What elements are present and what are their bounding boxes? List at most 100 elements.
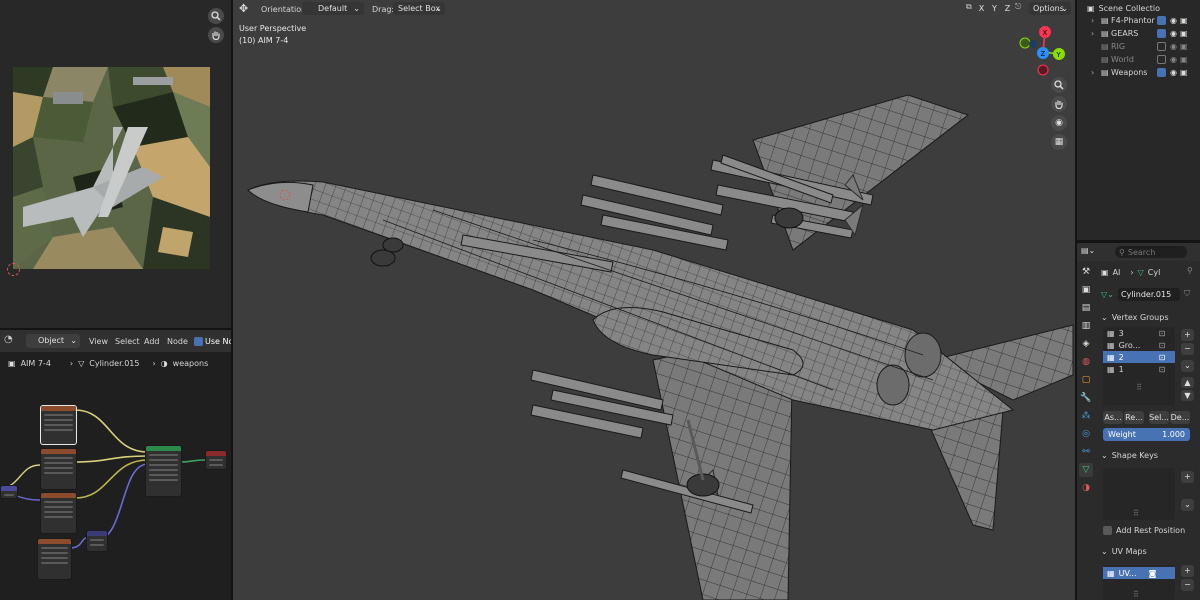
editor-type-icon[interactable]: ◔: [4, 334, 20, 348]
exclude-checkbox[interactable]: [1157, 55, 1166, 64]
add-shape-key-button[interactable]: +: [1181, 471, 1194, 483]
scene-tab-icon[interactable]: ◈: [1079, 337, 1093, 351]
outliner-item[interactable]: › ▤ GEARS ◉ ▣: [1077, 27, 1200, 40]
principled-bsdf-node[interactable]: [145, 445, 182, 497]
list-resize-handle[interactable]: ⠿: [1103, 383, 1175, 392]
camera-icon[interactable]: ▣: [1180, 55, 1188, 64]
camera-icon[interactable]: ◙: [1149, 569, 1157, 578]
object-mode-dropdown[interactable]: Object ⌄: [26, 334, 80, 348]
scene-collection-row[interactable]: ▣ Scene Collectio: [1087, 2, 1160, 14]
add-vertex-group-button[interactable]: +: [1181, 329, 1194, 341]
hand-icon[interactable]: [208, 27, 224, 43]
exclude-checkbox[interactable]: [1157, 42, 1166, 51]
vertex-group-item[interactable]: ▦ 1 ⊡: [1103, 363, 1175, 375]
chevron-right-icon[interactable]: ›: [1091, 68, 1101, 77]
image-texture-node[interactable]: [40, 405, 77, 445]
view-layer-tab-icon[interactable]: ▥: [1079, 319, 1093, 333]
outliner-panel: ▣ Scene Collectio › ▤ F4-Phantor ◉ ▣ › ▤…: [1077, 0, 1200, 240]
camera-icon[interactable]: ▣: [1180, 29, 1188, 38]
remove-button[interactable]: Re...: [1124, 411, 1144, 424]
image-texture-node[interactable]: [40, 492, 77, 534]
exclude-checkbox[interactable]: [1157, 16, 1166, 25]
lock-icon[interactable]: ⊡: [1159, 365, 1166, 374]
pin-icon[interactable]: ⚲: [1187, 266, 1193, 275]
lock-icon[interactable]: ⊡: [1159, 353, 1166, 362]
editor-type-icon[interactable]: ▤⌄: [1081, 246, 1095, 255]
outliner-item[interactable]: › ▤ Weapons ◉ ▣: [1077, 66, 1200, 79]
camera-icon[interactable]: ▣: [1180, 42, 1188, 51]
eye-icon[interactable]: ◉: [1170, 29, 1177, 38]
shape-key-specials-button[interactable]: ⌄: [1181, 499, 1194, 511]
shape-keys-list[interactable]: ⠿: [1103, 468, 1175, 520]
vertex-groups-header[interactable]: ⌄ Vertex Groups: [1101, 311, 1168, 323]
eye-icon[interactable]: ◉: [1170, 55, 1177, 64]
modifier-tab-icon[interactable]: 🔧: [1079, 391, 1093, 405]
assign-button[interactable]: As...: [1103, 411, 1123, 424]
area-divider[interactable]: [0, 328, 231, 330]
image-texture-node[interactable]: [37, 538, 72, 580]
node-menu[interactable]: Node: [167, 337, 188, 346]
exclude-checkbox[interactable]: [1157, 29, 1166, 38]
physics-tab-icon[interactable]: ◎: [1079, 427, 1093, 441]
eye-icon[interactable]: ◉: [1170, 68, 1177, 77]
object-tab-icon[interactable]: ▢: [1079, 373, 1093, 387]
weight-slider[interactable]: Weight 1.000: [1103, 428, 1190, 441]
render-tab-icon[interactable]: ▣: [1079, 283, 1093, 297]
select-button[interactable]: Sel...: [1149, 411, 1169, 424]
exclude-checkbox[interactable]: [1157, 68, 1166, 77]
zoom-icon[interactable]: [208, 8, 224, 24]
area-divider[interactable]: [1075, 0, 1077, 600]
constraints-tab-icon[interactable]: ⚯: [1079, 445, 1093, 459]
vertex-group-item[interactable]: ▦ Gro... ⊡: [1103, 339, 1175, 351]
material-output-node[interactable]: [205, 450, 227, 470]
material-tab-icon[interactable]: ◑: [1079, 481, 1093, 495]
object-mode-label: Object: [38, 336, 65, 345]
add-uv-map-button[interactable]: +: [1181, 565, 1194, 577]
mesh-data-tab-icon[interactable]: ▽: [1079, 463, 1093, 477]
view-menu[interactable]: View: [89, 337, 108, 346]
add-menu[interactable]: Add: [144, 337, 160, 346]
outliner-item[interactable]: ▤ RIG ◉ ▣: [1077, 40, 1200, 53]
area-divider[interactable]: [231, 0, 233, 600]
world-tab-icon[interactable]: ◍: [1079, 355, 1093, 369]
vertex-group-item[interactable]: ▦ 3 ⊡: [1103, 327, 1175, 339]
fake-user-shield-icon[interactable]: ⛉: [1184, 289, 1190, 299]
list-resize-handle[interactable]: ⠿: [1133, 590, 1139, 599]
select-menu[interactable]: Select: [115, 337, 140, 346]
specials-menu-button[interactable]: ⌄: [1181, 360, 1194, 372]
lock-icon[interactable]: ⊡: [1159, 341, 1166, 350]
outliner-item[interactable]: ▤ World ◉ ▣: [1077, 53, 1200, 66]
tool-tab-icon[interactable]: ⚒: [1079, 265, 1093, 279]
mesh-name-field[interactable]: Cylinder.015: [1118, 288, 1180, 301]
camera-icon[interactable]: ▣: [1180, 68, 1188, 77]
uv-map-item-selected[interactable]: ▦ UV... ◙: [1103, 567, 1175, 579]
normal-map-node[interactable]: [86, 530, 108, 552]
chevron-right-icon[interactable]: ›: [1091, 29, 1101, 38]
image-texture-node[interactable]: [40, 448, 77, 490]
shape-keys-header[interactable]: ⌄ Shape Keys: [1101, 449, 1158, 461]
eye-icon[interactable]: ◉: [1170, 42, 1177, 51]
move-down-button[interactable]: ▼: [1181, 390, 1194, 401]
mapping-node[interactable]: [0, 485, 18, 499]
uv-maps-header[interactable]: ⌄ UV Maps: [1101, 545, 1147, 557]
move-up-button[interactable]: ▲: [1181, 377, 1194, 388]
properties-search[interactable]: ⚲ Search: [1115, 246, 1187, 258]
vertex-group-item-selected[interactable]: ▦ 2 ⊡: [1103, 351, 1175, 363]
particles-tab-icon[interactable]: ⁂: [1079, 409, 1093, 423]
chevron-right-icon[interactable]: ›: [1091, 16, 1101, 25]
lock-icon[interactable]: ⊡: [1159, 329, 1166, 338]
output-tab-icon[interactable]: ▤: [1079, 301, 1093, 315]
3d-viewport[interactable]: ✥ Orientation: Default ⌄ Drag: Select Bo…: [233, 0, 1075, 600]
add-rest-position-row[interactable]: Add Rest Position: [1103, 524, 1185, 536]
add-rest-position-checkbox[interactable]: [1103, 525, 1112, 535]
area-divider[interactable]: [1077, 240, 1200, 243]
remove-uv-map-button[interactable]: −: [1181, 579, 1194, 591]
remove-vertex-group-button[interactable]: −: [1181, 343, 1194, 355]
camera-icon[interactable]: ▣: [1180, 16, 1188, 25]
list-resize-handle[interactable]: ⠿: [1133, 509, 1139, 518]
eye-icon[interactable]: ◉: [1170, 16, 1177, 25]
outliner-item[interactable]: › ▤ F4-Phantor ◉ ▣: [1077, 14, 1200, 27]
use-nodes-checkbox[interactable]: [194, 337, 203, 346]
deselect-button[interactable]: De...: [1170, 411, 1190, 424]
outliner-item-label: F4-Phantor: [1111, 16, 1155, 25]
